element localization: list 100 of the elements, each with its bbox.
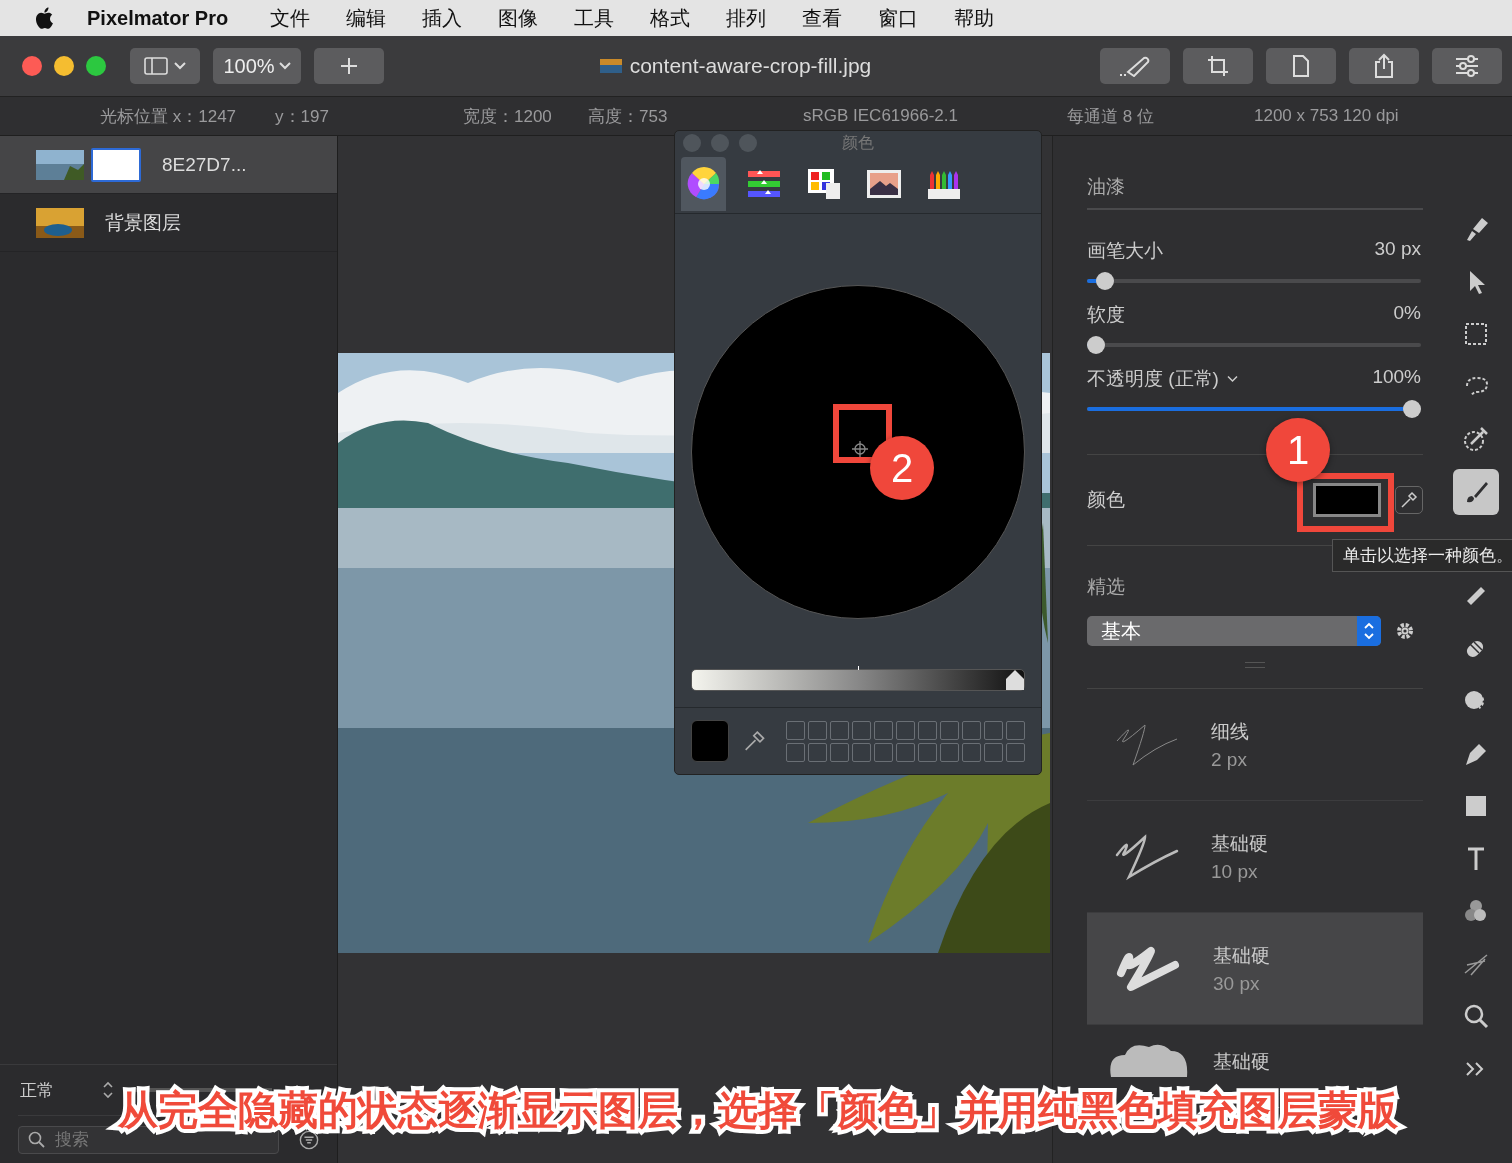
menu-item[interactable]: 帮助 xyxy=(954,4,995,32)
layer-name: 8E27D7... xyxy=(162,153,247,176)
brush-name: 细线 xyxy=(1211,719,1249,744)
brush-preset[interactable]: 细线 2 px xyxy=(1087,689,1423,801)
swatch-slot[interactable] xyxy=(852,742,871,762)
slider-thumb[interactable] xyxy=(1096,272,1115,290)
swatch-slot[interactable] xyxy=(940,720,959,740)
slider-value: 100% xyxy=(1372,366,1421,389)
section-title: 油漆 xyxy=(1087,174,1423,210)
menu-item[interactable]: 查看 xyxy=(802,4,843,32)
slider-thumb[interactable] xyxy=(1403,400,1421,418)
brush-icon xyxy=(1118,55,1152,77)
filter-icon[interactable] xyxy=(299,1129,319,1151)
app-menu[interactable]: Pixelmator Pro xyxy=(87,6,229,30)
image-icon xyxy=(865,167,902,201)
brightness-slider[interactable] xyxy=(691,669,1025,691)
menu-item[interactable]: 文件 xyxy=(270,4,311,32)
swatch-slot[interactable] xyxy=(786,720,805,740)
menu-item[interactable]: 插入 xyxy=(422,4,463,32)
swatch-slot[interactable] xyxy=(896,742,915,762)
swatch-slot[interactable] xyxy=(1006,720,1025,740)
caret-icon xyxy=(278,62,291,70)
brush-name: 基础硬 xyxy=(1213,1050,1270,1074)
brush-size: 2 px xyxy=(1211,748,1248,771)
layer-name: 背景图层 xyxy=(105,210,181,235)
swatch-slot[interactable] xyxy=(984,720,1003,740)
color-mode-tab[interactable] xyxy=(681,157,726,211)
swatch-slot[interactable] xyxy=(852,720,871,740)
info-text: 每通道 8 位 xyxy=(1067,105,1155,128)
current-color-swatch[interactable] xyxy=(691,720,729,762)
menu-item[interactable]: 窗口 xyxy=(878,4,919,32)
swatch-slot[interactable] xyxy=(918,742,937,762)
preset-select[interactable]: 基本 xyxy=(1087,616,1381,646)
menu-item[interactable]: 图像 xyxy=(498,4,539,32)
swatch-slot[interactable] xyxy=(808,720,827,740)
menu-item[interactable]: 工具 xyxy=(574,4,615,32)
brush-tool-button[interactable] xyxy=(1100,48,1170,84)
stepper-icon xyxy=(102,1081,114,1099)
slider-thumb[interactable] xyxy=(1087,336,1105,354)
swatch-slot[interactable] xyxy=(808,742,827,762)
zoom-window-button[interactable] xyxy=(86,56,106,76)
apple-logo-icon[interactable] xyxy=(34,6,54,30)
plus-icon xyxy=(339,56,359,76)
color-label: 颜色 xyxy=(1087,488,1126,512)
document-button[interactable] xyxy=(1266,48,1336,84)
slider-track[interactable] xyxy=(1087,272,1421,290)
share-icon xyxy=(1373,53,1395,79)
document-title: content-aware-crop-fill.jpg xyxy=(629,54,872,78)
palette-icon xyxy=(805,167,842,201)
settings-icon[interactable] xyxy=(1395,621,1415,641)
adjustments-button[interactable] xyxy=(1432,48,1502,84)
slider-value: 0% xyxy=(1393,302,1421,325)
swatch-slot[interactable] xyxy=(918,720,937,740)
search-icon xyxy=(28,1131,46,1149)
layer-row[interactable]: 8E27D7... xyxy=(0,136,337,194)
menu-item[interactable]: 排列 xyxy=(726,4,767,32)
color-well[interactable] xyxy=(1313,483,1381,517)
swatch-slot[interactable] xyxy=(984,742,1003,762)
swatch-slot[interactable] xyxy=(962,742,981,762)
slider-thumb[interactable] xyxy=(1006,670,1024,690)
tooltip: 单击以选择一种颜色。 xyxy=(1332,539,1512,572)
eyedropper-button[interactable] xyxy=(1395,486,1423,514)
swatch-slot[interactable] xyxy=(1006,742,1025,762)
brush-preset[interactable]: 基础硬 30 px xyxy=(1087,913,1423,1025)
swatch-slot[interactable] xyxy=(940,742,959,762)
swatch-slot[interactable] xyxy=(962,720,981,740)
close-button[interactable] xyxy=(22,56,42,76)
swatch-slot[interactable] xyxy=(874,742,893,762)
swatch-slot[interactable] xyxy=(830,742,849,762)
slider-label[interactable]: 不透明度 (正常) xyxy=(1087,366,1238,392)
sidebar-toggle-button[interactable] xyxy=(130,48,200,84)
color-wheel-icon xyxy=(685,167,722,201)
menu-item[interactable]: 编辑 xyxy=(346,4,387,32)
layer-thumbnail xyxy=(36,207,84,238)
zoom-dropdown[interactable]: 100% xyxy=(213,48,301,84)
swatch-slot[interactable] xyxy=(896,720,915,740)
eyedropper-icon xyxy=(1400,491,1418,509)
tool-button[interactable] xyxy=(1453,468,1499,515)
layer-row[interactable]: 背景图层 xyxy=(0,194,337,252)
blend-mode-select[interactable]: 正常 xyxy=(20,1078,54,1102)
crop-icon xyxy=(1206,54,1230,78)
slider-track[interactable] xyxy=(1087,336,1421,354)
document-icon xyxy=(1291,55,1311,77)
swatch-slot[interactable] xyxy=(786,742,805,762)
share-button[interactable] xyxy=(1349,48,1419,84)
swatch-slot[interactable] xyxy=(830,720,849,740)
crop-button[interactable] xyxy=(1183,48,1253,84)
swatch-slot[interactable] xyxy=(874,720,893,740)
minimize-button[interactable] xyxy=(54,56,74,76)
brush-name: 基础硬 xyxy=(1211,831,1268,856)
layer-mask-thumbnail[interactable] xyxy=(91,147,141,182)
slider-label: 软度 xyxy=(1087,303,1125,327)
crosshair-icon[interactable] xyxy=(851,439,869,458)
slider-track[interactable] xyxy=(1087,400,1421,418)
add-button[interactable] xyxy=(314,48,384,84)
info-text: 1200 x 753 120 dpi xyxy=(1254,106,1400,126)
menu-item[interactable]: 格式 xyxy=(650,4,691,32)
sliders-icon xyxy=(1454,55,1480,77)
brush-preset[interactable]: 基础硬 xyxy=(1087,1025,1423,1077)
caret-icon xyxy=(174,62,186,70)
